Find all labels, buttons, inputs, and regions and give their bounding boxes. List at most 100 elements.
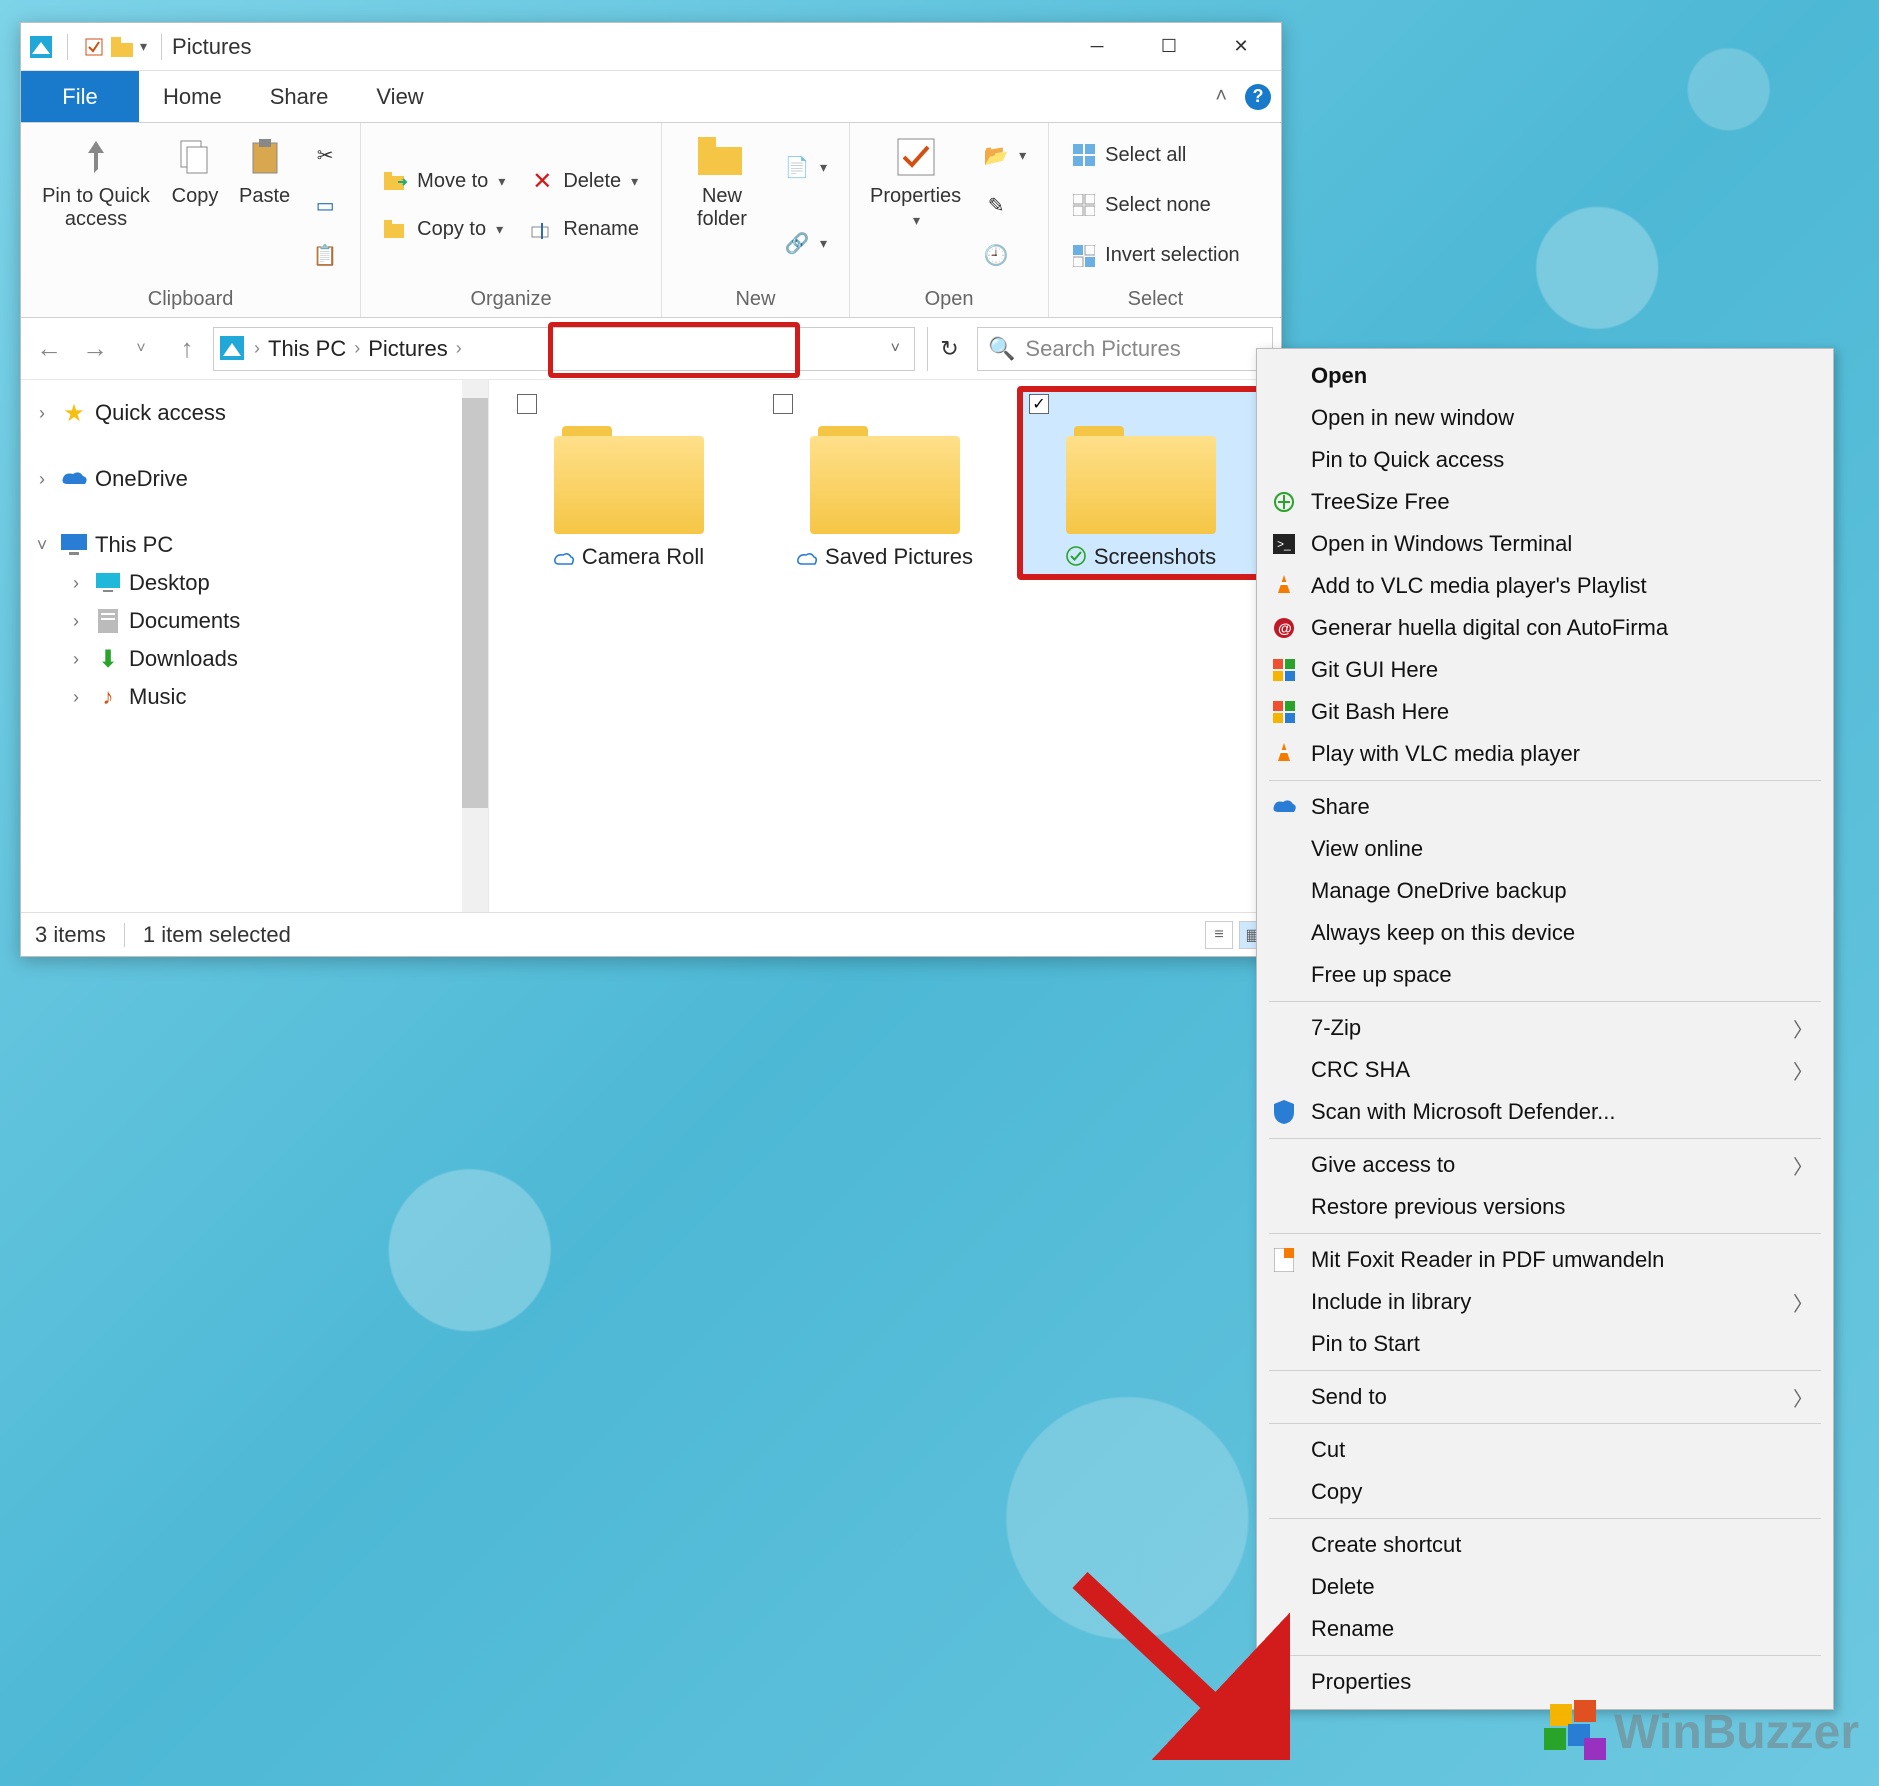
menu-item[interactable]: Rename [1259,1608,1831,1650]
menu-item[interactable]: Pin to Quick access [1259,439,1831,481]
qat-properties-icon[interactable] [82,35,106,59]
easy-access-button[interactable]: 🔗▾ [778,228,833,258]
refresh-button[interactable]: ↻ [927,327,971,371]
tab-share[interactable]: Share [246,71,353,122]
menu-item[interactable]: Include in library〉 [1259,1281,1831,1323]
qat-dropdown[interactable]: ▾ [140,38,147,55]
tree-quick-access[interactable]: ›★Quick access [27,394,482,432]
menu-item[interactable]: Play with VLC media player [1259,733,1831,775]
tab-file[interactable]: File [21,71,139,122]
menu-item[interactable]: Properties [1259,1661,1831,1703]
chevron-icon[interactable]: › [350,338,364,359]
star-icon: ★ [61,400,87,426]
ribbon-group-new: New folder 📄▾ 🔗▾ New [662,123,850,317]
tree-this-pc[interactable]: ˅This PC [27,526,482,564]
select-none-button[interactable]: Select none [1065,190,1246,220]
menu-item[interactable]: Pin to Start [1259,1323,1831,1365]
select-all-button[interactable]: Select all [1065,140,1246,170]
menu-item[interactable]: Restore previous versions [1259,1186,1831,1228]
properties-button[interactable]: Properties▾ [860,127,971,284]
move-to-button[interactable]: Move to▾ [377,167,511,197]
forward-button[interactable]: → [75,329,115,369]
close-button[interactable]: ✕ [1205,23,1277,71]
menu-item[interactable]: Cut [1259,1429,1831,1471]
menu-item[interactable]: Git GUI Here [1259,649,1831,691]
navigation-pane: ›★Quick access ›OneDrive ˅This PC ›Deskt… [21,380,489,912]
menu-item[interactable]: Send to〉 [1259,1376,1831,1418]
menu-item[interactable]: Mit Foxit Reader in PDF umwandeln [1259,1239,1831,1281]
menu-item[interactable]: Always keep on this device [1259,912,1831,954]
recent-dropdown[interactable]: ˅ [121,329,161,369]
new-folder-button[interactable]: New folder [672,127,772,284]
menu-item[interactable]: Scan with Microsoft Defender... [1259,1091,1831,1133]
scrollbar-thumb[interactable] [462,398,488,808]
menu-item[interactable]: Add to VLC media player's Playlist [1259,565,1831,607]
rename-button[interactable]: Rename [523,215,645,245]
menu-item[interactable]: Open in new window [1259,397,1831,439]
pin-quick-access-button[interactable]: Pin to Quick access [31,127,161,284]
chevron-icon[interactable]: › [452,338,466,359]
details-view-button[interactable]: ≡ [1205,921,1233,949]
menu-item[interactable]: Manage OneDrive backup [1259,870,1831,912]
menu-item-label: TreeSize Free [1303,489,1813,515]
tab-home[interactable]: Home [139,71,246,122]
menu-item[interactable]: Free up space [1259,954,1831,996]
menu-item[interactable]: View online [1259,828,1831,870]
menu-item[interactable]: >_Open in Windows Terminal [1259,523,1831,565]
item-checkbox[interactable]: ✓ [1029,394,1049,414]
menu-item[interactable]: CRC SHA〉 [1259,1049,1831,1091]
tree-music[interactable]: ›♪Music [61,678,482,716]
menu-item[interactable]: Share [1259,786,1831,828]
invert-selection-button[interactable]: Invert selection [1065,241,1246,271]
tree-downloads[interactable]: ›⬇Downloads [61,640,482,678]
scrollbar[interactable] [462,380,488,912]
menu-item[interactable]: 7-Zip〉 [1259,1007,1831,1049]
item-checkbox[interactable] [517,394,537,414]
folder-item[interactable]: Saved Pictures [765,390,1005,576]
back-button[interactable]: ← [29,329,69,369]
tree-desktop[interactable]: ›Desktop [61,564,482,602]
qat-folder-icon[interactable] [110,35,134,59]
items-view[interactable]: Camera RollSaved Pictures✓Screenshots [489,380,1281,912]
item-checkbox[interactable] [773,394,793,414]
tree-onedrive[interactable]: ›OneDrive [27,460,482,498]
menu-item[interactable]: Copy [1259,1471,1831,1513]
menu-item-label: Git GUI Here [1303,657,1813,683]
chevron-icon[interactable]: › [250,338,264,359]
menu-item-label: Delete [1303,1574,1813,1600]
menu-item[interactable]: Create shortcut [1259,1524,1831,1566]
menu-item[interactable]: @Generar huella digital con AutoFirma [1259,607,1831,649]
menu-item[interactable]: TreeSize Free [1259,481,1831,523]
minimize-button[interactable]: ─ [1061,23,1133,71]
tab-view[interactable]: View [352,71,447,122]
menu-item[interactable]: Delete [1259,1566,1831,1608]
delete-button[interactable]: ✕Delete▾ [523,167,645,197]
new-item-button[interactable]: 📄▾ [778,153,833,183]
address-bar[interactable]: › This PC › Pictures › ˅ [213,327,915,371]
paste-shortcut-button[interactable]: 📋 [306,241,344,271]
edit-button[interactable]: ✎ [977,190,1032,220]
folder-item[interactable]: Camera Roll [509,390,749,576]
breadcrumb-root[interactable]: This PC [268,336,346,362]
history-button[interactable]: 🕘 [977,241,1032,271]
breadcrumb-current[interactable]: Pictures [368,336,447,362]
paste-button[interactable]: Paste [229,127,300,284]
cut-button[interactable]: ✂ [306,140,344,170]
copy-to-button[interactable]: Copy to▾ [377,215,511,245]
menu-item[interactable]: Git Bash Here [1259,691,1831,733]
help-button[interactable]: ? [1245,84,1271,110]
open-button[interactable]: 📂▾ [977,140,1032,170]
tree-documents[interactable]: ›Documents [61,602,482,640]
address-dropdown[interactable]: ˅ [891,340,900,358]
copy-path-button[interactable]: ▭ [306,190,344,220]
maximize-button[interactable]: ☐ [1133,23,1205,71]
menu-item[interactable]: Give access to〉 [1259,1144,1831,1186]
menu-item[interactable]: Open [1259,355,1831,397]
submenu-arrow-icon: 〉 [1793,1383,1813,1412]
up-button[interactable]: ↑ [167,329,207,369]
search-box[interactable]: 🔍 Search Pictures [977,327,1273,371]
copy-button[interactable]: Copy [161,127,229,284]
folder-item[interactable]: ✓Screenshots [1021,390,1261,576]
folder-icon [810,414,960,534]
collapse-ribbon-button[interactable]: ˄ [1205,85,1237,108]
